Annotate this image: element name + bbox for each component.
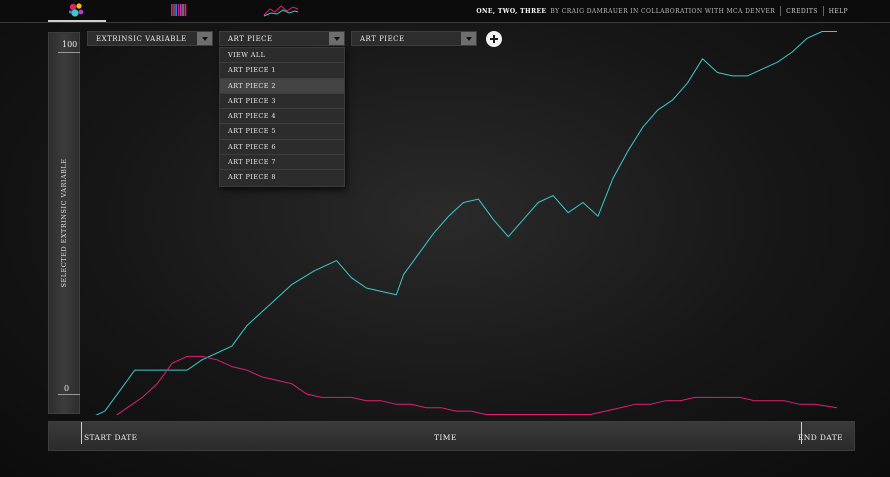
- timeline-start-label: START DATE: [84, 433, 138, 442]
- series-line-2[interactable]: [112, 355, 838, 415]
- add-series-button[interactable]: [486, 31, 502, 47]
- menu-item-art-piece-2[interactable]: ART PIECE 2: [220, 78, 344, 94]
- app-window: ONE, TWO, THREE BY CRAIG DAMRAUER IN COL…: [0, 0, 890, 477]
- tab-line-graph-view[interactable]: [252, 0, 310, 20]
- header-separator: [780, 6, 782, 16]
- menu-item-art-piece-1[interactable]: ART PIECE 1: [220, 63, 344, 79]
- menu-item-art-piece-4[interactable]: ART PIECE 4: [220, 109, 344, 125]
- art-piece-select-1[interactable]: ART PIECE: [219, 31, 345, 46]
- chart-panel: SELECTED EXTRINSIC VARIABLE 100 0 EXTRIN…: [48, 30, 855, 415]
- timeline-slider[interactable]: START DATE TIME END DATE: [48, 421, 855, 451]
- app-title: ONE, TWO, THREE: [476, 7, 547, 15]
- art-piece-select-2-value: ART PIECE: [360, 34, 405, 43]
- series-line-1[interactable]: [90, 31, 837, 416]
- dropdown-arrow-icon[interactable]: [197, 32, 212, 45]
- dropdown-arrow-icon[interactable]: [461, 32, 476, 45]
- menu-item-art-piece-5[interactable]: ART PIECE 5: [220, 124, 344, 140]
- timeline-start-handle[interactable]: [81, 422, 82, 444]
- art-piece-select-1-value: ART PIECE: [228, 34, 273, 43]
- barcode-icon: [171, 4, 187, 16]
- menu-item-view-all[interactable]: VIEW ALL: [220, 48, 344, 64]
- menu-item-art-piece-8[interactable]: ART PIECE 8: [220, 170, 344, 185]
- top-nav-bar: ONE, TWO, THREE BY CRAIG DAMRAUER IN COL…: [0, 0, 890, 23]
- art-piece-select-2[interactable]: ART PIECE: [351, 31, 477, 46]
- header-separator: [822, 6, 824, 16]
- timeline-end-label: END DATE: [797, 433, 843, 442]
- bubbles-icon: [68, 3, 84, 17]
- credits-link[interactable]: CREDITS: [786, 8, 818, 15]
- menu-item-art-piece-7[interactable]: ART PIECE 7: [220, 155, 344, 171]
- extrinsic-variable-value: EXTRINSIC VARIABLE: [96, 34, 187, 43]
- menu-item-art-piece-6[interactable]: ART PIECE 6: [220, 140, 344, 156]
- line-graph-icon: [263, 5, 299, 17]
- tab-barcode-view[interactable]: [150, 0, 208, 20]
- dropdown-arrow-icon[interactable]: [329, 32, 344, 45]
- line-chart: [90, 31, 838, 416]
- header-info: ONE, TWO, THREE BY CRAIG DAMRAUER IN COL…: [476, 6, 848, 16]
- timeline-axis-label: TIME: [434, 433, 457, 442]
- menu-item-art-piece-3[interactable]: ART PIECE 3: [220, 94, 344, 110]
- extrinsic-variable-select[interactable]: EXTRINSIC VARIABLE: [87, 31, 213, 46]
- help-link[interactable]: HELP: [829, 8, 848, 15]
- plus-icon: [490, 35, 498, 43]
- art-piece-dropdown-menu: VIEW ALL ART PIECE 1 ART PIECE 2 ART PIE…: [219, 47, 345, 187]
- tab-bubbles-view[interactable]: [48, 0, 106, 22]
- app-byline: BY CRAIG DAMRAUER IN COLLABORATION WITH …: [550, 7, 776, 15]
